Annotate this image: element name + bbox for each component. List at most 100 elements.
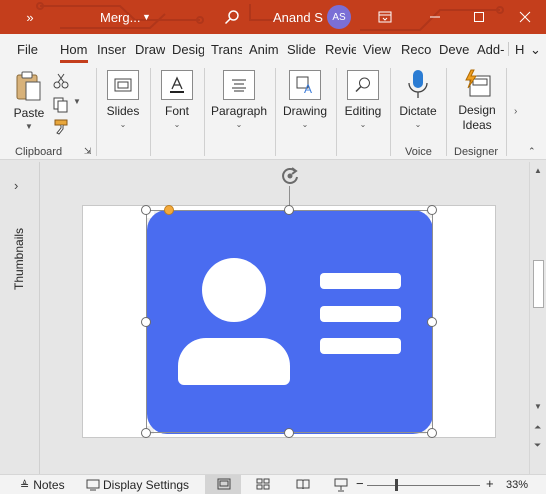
resize-handle-bottom[interactable] <box>284 428 294 438</box>
zoom-in-button[interactable]: + <box>486 476 494 491</box>
document-title[interactable]: Merg... <box>100 0 140 34</box>
search-icon[interactable] <box>222 0 242 34</box>
paragraph-label: Paragraph <box>210 104 268 118</box>
display-settings-icon <box>86 479 100 491</box>
tab-recording[interactable]: Reco <box>401 42 431 57</box>
adjust-handle[interactable] <box>164 205 174 215</box>
tab-animations[interactable]: Anim <box>249 42 280 57</box>
status-bar: ≜ Notes Display Settings − + 33% <box>0 474 546 494</box>
clipboard-group-label: Clipboard <box>15 146 63 158</box>
design-ideas-label: Design Ideas <box>458 103 495 133</box>
font-color-icon <box>161 70 193 100</box>
paste-icon <box>16 71 41 101</box>
avatar[interactable]: AS <box>327 5 351 29</box>
resize-handle-top-left[interactable] <box>141 205 151 215</box>
ribbon-divider <box>506 68 507 156</box>
thumbnails-label[interactable]: Thumbnails <box>12 214 26 304</box>
dialog-launcher-icon[interactable]: ⇲ <box>84 146 92 157</box>
tab-insert[interactable]: Inser <box>97 42 127 57</box>
resize-handle-right[interactable] <box>427 317 437 327</box>
rotate-handle-icon[interactable] <box>279 165 301 187</box>
ribbon-divider <box>390 68 391 156</box>
tab-file[interactable]: File <box>17 42 38 57</box>
display-settings-button[interactable]: Display Settings <box>86 478 189 492</box>
notes-icon: ≜ <box>20 479 30 492</box>
cut-icon[interactable] <box>52 72 70 90</box>
title-dropdown-icon[interactable]: ▼ <box>142 0 151 34</box>
tabs-overflow-icon[interactable]: ⌄ <box>530 42 541 58</box>
design-ideas-icon <box>465 69 491 97</box>
rotation-line <box>289 186 290 206</box>
scroll-up-icon[interactable]: ▲ <box>534 166 542 175</box>
collapse-ribbon-icon[interactable]: ⌃ <box>528 146 536 157</box>
resize-handle-left[interactable] <box>141 317 151 327</box>
maximize-icon[interactable] <box>466 0 492 34</box>
tab-add-ins[interactable]: Add- <box>477 42 508 57</box>
font-button[interactable]: Font ⌄ <box>157 70 197 129</box>
zoom-slider-thumb[interactable] <box>395 479 398 491</box>
dictate-button[interactable]: Dictate ⌄ <box>396 68 440 129</box>
minimize-icon[interactable] <box>422 0 448 34</box>
editing-button[interactable]: Editing ⌄ <box>342 70 384 129</box>
tab-divider <box>508 42 509 56</box>
ribbon-display-options-icon[interactable] <box>372 0 398 34</box>
selection-box <box>146 210 433 433</box>
scroll-down-icon[interactable]: ▼ <box>534 402 542 411</box>
editing-label: Editing <box>344 104 382 118</box>
tab-home[interactable]: Hom <box>60 42 90 57</box>
slide-sorter-icon[interactable] <box>256 478 270 490</box>
shapes-icon: A <box>289 70 321 100</box>
paragraph-button[interactable]: Paragraph ⌄ <box>208 70 270 129</box>
zoom-slider-track[interactable] <box>367 485 480 486</box>
vertical-scrollbar[interactable]: ▲ ▼ ⏶ ⏷ <box>529 162 546 474</box>
paste-button[interactable]: Paste ▼ <box>10 70 48 131</box>
scrollbar-thumb[interactable] <box>533 260 544 308</box>
next-slide-icon[interactable]: ⏷ <box>534 440 541 451</box>
normal-view-icon[interactable] <box>217 478 231 490</box>
design-ideas-button[interactable]: Design Ideas <box>453 68 501 133</box>
thumbnails-pane: › Thumbnails <box>0 162 40 474</box>
slides-button[interactable]: Slides ⌄ <box>103 70 143 129</box>
chevron-down-icon: ⌄ <box>173 120 181 129</box>
tab-review[interactable]: Revie <box>325 42 356 57</box>
chevron-down-icon: ⌄ <box>414 120 422 129</box>
copy-icon[interactable] <box>52 96 70 114</box>
ribbon-divider <box>150 68 151 156</box>
ribbon-divider <box>96 68 97 156</box>
close-icon[interactable] <box>512 0 538 34</box>
find-icon <box>347 70 379 100</box>
design-ideas-label-line2: Ideas <box>462 118 492 132</box>
ribbon-divider <box>275 68 276 156</box>
chevron-down-icon: ⌄ <box>359 120 367 129</box>
quick-access-toolbar-button[interactable]: » <box>22 0 38 34</box>
resize-handle-top[interactable] <box>284 205 294 215</box>
zoom-level[interactable]: 33% <box>506 479 528 491</box>
display-settings-label: Display Settings <box>103 478 190 492</box>
resize-handle-bottom-left[interactable] <box>141 428 151 438</box>
tab-view[interactable]: View <box>363 42 393 57</box>
drawing-button[interactable]: A Drawing ⌄ <box>280 70 330 129</box>
tab-developer[interactable]: Deve <box>439 42 470 57</box>
ribbon-divider <box>204 68 205 156</box>
zoom-out-button[interactable]: − <box>356 476 364 491</box>
tab-help[interactable]: H <box>515 42 527 57</box>
tab-slide-show[interactable]: Slide <box>287 42 317 57</box>
font-label: Font <box>164 104 189 118</box>
notes-button[interactable]: ≜ Notes <box>20 478 65 492</box>
tab-design[interactable]: Desig <box>172 42 204 57</box>
copy-dropdown-icon[interactable]: ▼ <box>73 97 81 106</box>
reading-view-icon[interactable] <box>296 478 310 490</box>
previous-slide-icon[interactable]: ⏶ <box>534 422 541 433</box>
ribbon-divider <box>446 68 447 156</box>
tab-transitions[interactable]: Trans <box>211 42 242 57</box>
ribbon-scroll-right-icon[interactable]: › <box>514 106 517 117</box>
expand-thumbnails-icon[interactable]: › <box>14 178 18 193</box>
resize-handle-top-right[interactable] <box>427 205 437 215</box>
resize-handle-bottom-right[interactable] <box>427 428 437 438</box>
tab-draw[interactable]: Draw <box>135 42 165 57</box>
slides-label: Slides <box>106 104 140 118</box>
dictate-label: Dictate <box>399 104 437 118</box>
user-name[interactable]: Anand S <box>273 0 323 34</box>
format-painter-icon[interactable] <box>52 118 70 136</box>
slideshow-icon[interactable] <box>334 478 348 492</box>
